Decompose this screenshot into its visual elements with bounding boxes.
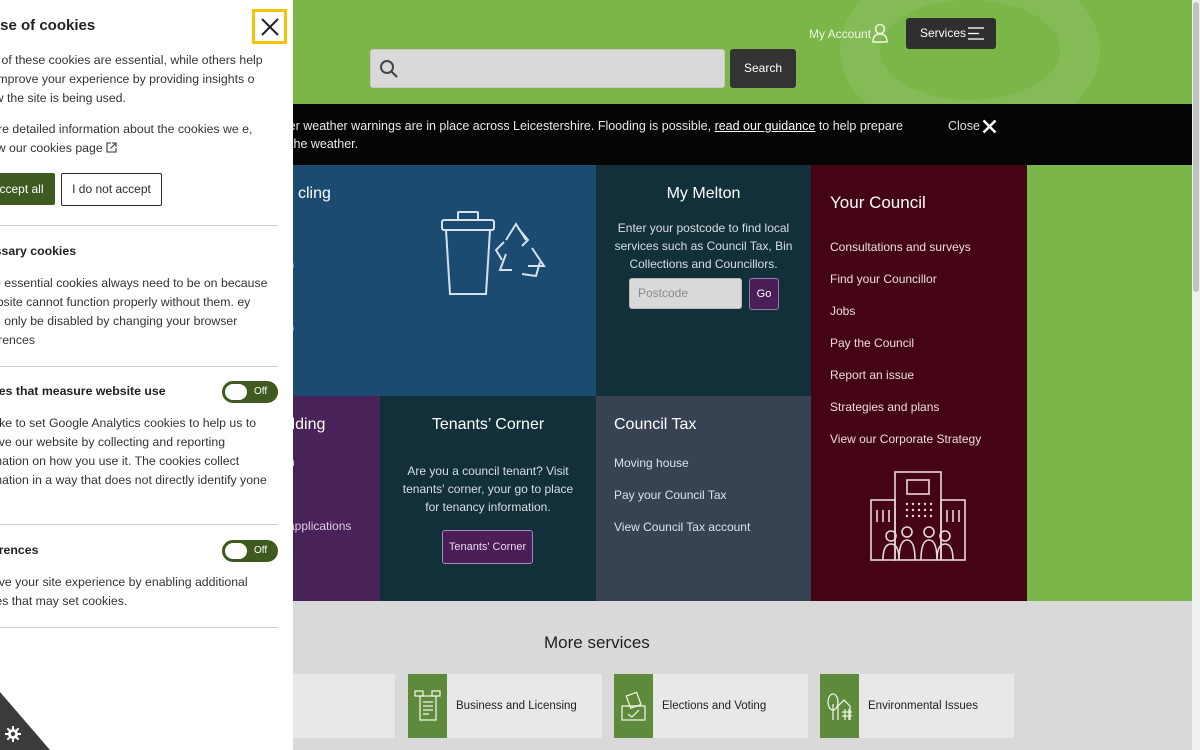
cookie-intro-text: me of these cookies are essential, while…	[0, 53, 263, 105]
council-link[interactable]: Pay the Council	[830, 335, 981, 367]
section-title: More services	[544, 633, 650, 652]
menu-icon	[968, 27, 984, 40]
page-scrollbar[interactable]	[1192, 0, 1200, 750]
council-links: Consultations and surveys Find your Coun…	[830, 239, 981, 463]
cookie-more-info-text[interactable]: more detailed information about the cook…	[0, 122, 252, 155]
close-icon	[982, 119, 997, 134]
services-menu-button[interactable]: Services	[906, 18, 996, 49]
toggle-knob	[225, 543, 247, 559]
tenants-corner-button[interactable]: Tenants' Corner	[442, 530, 533, 564]
necessary-cookies-title: cessary cookies	[0, 244, 77, 258]
tile-your-council: Your Council Consultations and surveys F…	[811, 165, 1027, 601]
close-icon	[261, 18, 279, 36]
reject-cookies-button[interactable]: I do not accept	[61, 173, 162, 206]
external-link-icon	[106, 142, 117, 153]
cookie-close-button[interactable]	[252, 9, 287, 44]
search-icon	[380, 60, 398, 78]
header-decoration	[840, 0, 1100, 104]
toggle-state-label: Off	[254, 386, 268, 397]
alert-text: and amber weather warnings are in place …	[240, 119, 715, 133]
environment-icon	[820, 674, 859, 738]
council-tax-link[interactable]: View Council Tax account	[614, 519, 750, 551]
cookie-consent-panel: r use of cookies me of these cookies are…	[0, 0, 293, 750]
service-card-label: Business and Licensing	[456, 700, 577, 712]
council-link[interactable]: Jobs	[830, 303, 981, 335]
council-tax-link[interactable]: Pay your Council Tax	[614, 487, 750, 519]
necessary-cookies-text: ese essential cookies always need to be …	[0, 276, 268, 347]
tile-bins-recycling: cling n n	[240, 165, 596, 396]
preferences-cookies-title: eferences	[0, 543, 39, 557]
cookie-settings-tab[interactable]	[0, 692, 50, 750]
toggle-knob	[225, 384, 247, 400]
alert-text-after: to help prepare	[815, 119, 903, 133]
analytics-cookies-text: 'd like to set Google Analytics cookies …	[0, 416, 267, 487]
tile-title: Your Council	[830, 193, 926, 212]
user-icon	[872, 23, 888, 43]
services-label: Services	[920, 26, 967, 40]
cookie-more-info: more detailed information about the cook…	[0, 120, 271, 158]
service-card-elections[interactable]: Elections and Voting	[614, 674, 808, 738]
council-link[interactable]: Strategies and plans	[830, 399, 981, 431]
divider	[0, 627, 278, 628]
service-card-label: Environmental Issues	[868, 700, 978, 712]
search-input[interactable]	[370, 49, 725, 88]
council-link[interactable]: Report an issue	[830, 367, 981, 399]
service-card-environment[interactable]: Environmental Issues	[820, 674, 1014, 738]
toggle-state-label: Off	[254, 545, 268, 556]
council-building-icon	[870, 471, 966, 561]
business-licensing-icon	[408, 674, 447, 738]
analytics-cookies-title: okies that measure website use	[0, 384, 166, 398]
service-card-business[interactable]: Business and Licensing	[408, 674, 602, 738]
council-tax-links: Moving house Pay your Council Tax View C…	[614, 455, 750, 551]
tile-title: My Melton	[666, 185, 741, 202]
council-tax-link[interactable]: Moving house	[614, 455, 750, 487]
cookie-panel-title: r use of cookies	[0, 17, 96, 34]
alert-message: and amber weather warnings are in place …	[240, 117, 930, 153]
service-card-label: Elections and Voting	[662, 700, 767, 712]
tile-my-melton: My Melton Enter your postcode to find lo…	[596, 165, 811, 396]
ballot-box-icon	[614, 674, 653, 738]
scrollbar-thumb[interactable]	[1193, 2, 1199, 292]
gear-icon	[5, 726, 21, 742]
recycling-bin-icon	[441, 211, 546, 295]
alert-close-button[interactable]: Close	[948, 117, 997, 135]
council-link[interactable]: View our Corporate Strategy	[830, 431, 981, 463]
tile-title: Council Tax	[614, 416, 697, 433]
tile-title: cling	[298, 185, 331, 202]
tile-title: Tenants’ Corner	[431, 416, 545, 433]
alert-close-label: Close	[948, 119, 980, 133]
council-link[interactable]: Consultations and surveys	[830, 239, 981, 271]
postcode-input[interactable]: Postcode	[629, 278, 742, 309]
preferences-cookies-text: prove your site experience by enabling a…	[0, 575, 248, 608]
divider	[0, 524, 278, 525]
analytics-cookies-toggle[interactable]: Off	[222, 381, 278, 403]
go-button[interactable]: Go	[749, 278, 779, 310]
tile-council-tax: Council Tax Moving house Pay your Counci…	[596, 396, 811, 601]
my-account-label: My Account	[809, 27, 872, 41]
read-guidance-link[interactable]: read our guidance	[715, 119, 816, 133]
tile-title: ilding	[288, 416, 326, 433]
accept-all-button[interactable]: ccept all	[0, 173, 55, 205]
tile-description: Are you a council tenant? Visit tenants'…	[402, 464, 574, 514]
tile-description: Enter your postcode to find local servic…	[614, 221, 793, 271]
search-button[interactable]: Search	[730, 49, 796, 88]
tile-link[interactable]: applications	[288, 519, 351, 533]
tile-tenants-corner: Tenants’ Corner Are you a council tenant…	[380, 396, 596, 601]
my-account-link[interactable]: My Account	[809, 22, 888, 46]
council-link[interactable]: Find your Councillor	[830, 271, 981, 303]
divider	[0, 225, 278, 226]
preferences-cookies-toggle[interactable]: Off	[222, 540, 278, 562]
divider	[0, 366, 278, 367]
